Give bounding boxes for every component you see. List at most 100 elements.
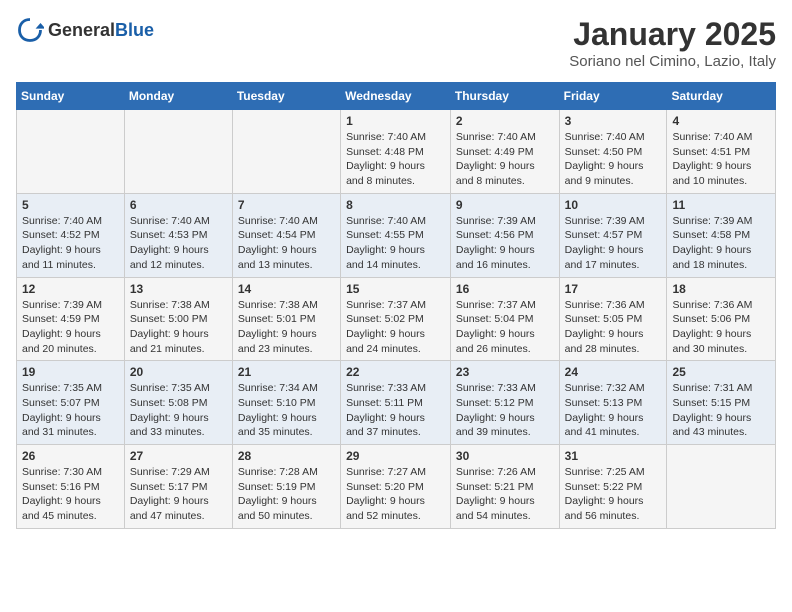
day-number: 29 [346,449,445,463]
day-number: 12 [22,282,119,296]
table-row: 10 Sunrise: 7:39 AM Sunset: 4:57 PM Dayli… [559,193,667,277]
day-info: Sunrise: 7:25 AM Sunset: 5:22 PM Dayligh… [565,465,662,524]
header-row: SundayMondayTuesdayWednesdayThursdayFrid… [17,83,776,110]
calendar-header: SundayMondayTuesdayWednesdayThursdayFrid… [17,83,776,110]
table-row: 8 Sunrise: 7:40 AM Sunset: 4:55 PM Daylig… [341,193,451,277]
day-info: Sunrise: 7:28 AM Sunset: 5:19 PM Dayligh… [238,465,335,524]
day-info: Sunrise: 7:29 AM Sunset: 5:17 PM Dayligh… [130,465,227,524]
table-row [232,110,340,194]
table-row [124,110,232,194]
day-info: Sunrise: 7:35 AM Sunset: 5:07 PM Dayligh… [22,381,119,440]
table-row: 12 Sunrise: 7:39 AM Sunset: 4:59 PM Dayli… [17,277,125,361]
table-row: 4 Sunrise: 7:40 AM Sunset: 4:51 PM Daylig… [667,110,776,194]
day-number: 10 [565,198,662,212]
logo: GeneralBlue [16,16,154,44]
day-info: Sunrise: 7:39 AM Sunset: 4:57 PM Dayligh… [565,214,662,273]
table-row [17,110,125,194]
day-number: 2 [456,114,554,128]
header-sunday: Sunday [17,83,125,110]
day-info: Sunrise: 7:40 AM Sunset: 4:53 PM Dayligh… [130,214,227,273]
table-row: 17Sunrise: 7:36 AM Sunset: 5:05 PM Dayli… [559,277,667,361]
table-row: 15 Sunrise: 7:37 AM Sunset: 5:02 PM Dayli… [341,277,451,361]
day-info: Sunrise: 7:27 AM Sunset: 5:20 PM Dayligh… [346,465,445,524]
table-row [667,445,776,529]
day-number: 14 [238,282,335,296]
table-row: 14 Sunrise: 7:38 AM Sunset: 5:01 PM Dayli… [232,277,340,361]
day-number: 11 [672,198,770,212]
page-header: GeneralBlue January 2025 Soriano nel Cim… [16,16,776,70]
day-number: 8 [346,198,445,212]
table-row: 1Sunrise: 7:40 AM Sunset: 4:48 PM Daylig… [341,110,451,194]
day-info: Sunrise: 7:30 AM Sunset: 5:16 PM Dayligh… [22,465,119,524]
day-info: Sunrise: 7:26 AM Sunset: 5:21 PM Dayligh… [456,465,554,524]
calendar-subtitle: Soriano nel Cimino, Lazio, Italy [569,53,776,70]
day-number: 19 [22,365,119,379]
calendar-week-row: 26 Sunrise: 7:30 AM Sunset: 5:16 PM Dayli… [17,445,776,529]
day-info: Sunrise: 7:39 AM Sunset: 4:58 PM Dayligh… [672,214,770,273]
day-info: Sunrise: 7:40 AM Sunset: 4:51 PM Dayligh… [672,130,770,189]
header-saturday: Saturday [667,83,776,110]
day-number: 4 [672,114,770,128]
table-row: 23Sunrise: 7:33 AM Sunset: 5:12 PM Dayli… [450,361,559,445]
day-number: 15 [346,282,445,296]
table-row: 20 Sunrise: 7:35 AM Sunset: 5:08 PM Dayli… [124,361,232,445]
header-monday: Monday [124,83,232,110]
table-row: 6 Sunrise: 7:40 AM Sunset: 4:53 PM Daylig… [124,193,232,277]
calendar-title: January 2025 [569,16,776,53]
day-info: Sunrise: 7:37 AM Sunset: 5:04 PM Dayligh… [456,298,554,357]
table-row: 28Sunrise: 7:28 AM Sunset: 5:19 PM Dayli… [232,445,340,529]
day-info: Sunrise: 7:38 AM Sunset: 5:01 PM Dayligh… [238,298,335,357]
day-number: 30 [456,449,554,463]
day-info: Sunrise: 7:32 AM Sunset: 5:13 PM Dayligh… [565,381,662,440]
day-info: Sunrise: 7:39 AM Sunset: 4:59 PM Dayligh… [22,298,119,357]
day-number: 18 [672,282,770,296]
day-info: Sunrise: 7:37 AM Sunset: 5:02 PM Dayligh… [346,298,445,357]
title-block: January 2025 Soriano nel Cimino, Lazio, … [569,16,776,70]
day-number: 9 [456,198,554,212]
day-number: 25 [672,365,770,379]
day-number: 6 [130,198,227,212]
table-row: 29 Sunrise: 7:27 AM Sunset: 5:20 PM Dayli… [341,445,451,529]
calendar-body: 1Sunrise: 7:40 AM Sunset: 4:48 PM Daylig… [17,110,776,529]
table-row: 18 Sunrise: 7:36 AM Sunset: 5:06 PM Dayli… [667,277,776,361]
day-number: 13 [130,282,227,296]
day-info: Sunrise: 7:36 AM Sunset: 5:06 PM Dayligh… [672,298,770,357]
calendar-week-row: 1Sunrise: 7:40 AM Sunset: 4:48 PM Daylig… [17,110,776,194]
day-info: Sunrise: 7:33 AM Sunset: 5:12 PM Dayligh… [456,381,554,440]
day-number: 3 [565,114,662,128]
day-number: 17 [565,282,662,296]
table-row: 27 Sunrise: 7:29 AM Sunset: 5:17 PM Dayli… [124,445,232,529]
day-info: Sunrise: 7:39 AM Sunset: 4:56 PM Dayligh… [456,214,554,273]
table-row: 5 Sunrise: 7:40 AM Sunset: 4:52 PM Daylig… [17,193,125,277]
header-tuesday: Tuesday [232,83,340,110]
table-row: 24 Sunrise: 7:32 AM Sunset: 5:13 PM Dayli… [559,361,667,445]
logo-blue: Blue [115,20,154,40]
table-row: 3 Sunrise: 7:40 AM Sunset: 4:50 PM Daylig… [559,110,667,194]
day-info: Sunrise: 7:40 AM Sunset: 4:55 PM Dayligh… [346,214,445,273]
header-thursday: Thursday [450,83,559,110]
day-number: 27 [130,449,227,463]
logo-icon [16,16,44,44]
calendar-week-row: 19 Sunrise: 7:35 AM Sunset: 5:07 PM Dayli… [17,361,776,445]
day-number: 5 [22,198,119,212]
table-row: 26 Sunrise: 7:30 AM Sunset: 5:16 PM Dayli… [17,445,125,529]
day-number: 31 [565,449,662,463]
header-friday: Friday [559,83,667,110]
day-number: 20 [130,365,227,379]
table-row: 16Sunrise: 7:37 AM Sunset: 5:04 PM Dayli… [450,277,559,361]
table-row: 21Sunrise: 7:34 AM Sunset: 5:10 PM Dayli… [232,361,340,445]
day-number: 22 [346,365,445,379]
day-number: 21 [238,365,335,379]
day-number: 26 [22,449,119,463]
day-number: 7 [238,198,335,212]
day-number: 24 [565,365,662,379]
table-row: 11 Sunrise: 7:39 AM Sunset: 4:58 PM Dayli… [667,193,776,277]
table-row: 2Sunrise: 7:40 AM Sunset: 4:49 PM Daylig… [450,110,559,194]
day-info: Sunrise: 7:40 AM Sunset: 4:50 PM Dayligh… [565,130,662,189]
header-wednesday: Wednesday [341,83,451,110]
day-info: Sunrise: 7:35 AM Sunset: 5:08 PM Dayligh… [130,381,227,440]
day-info: Sunrise: 7:40 AM Sunset: 4:48 PM Dayligh… [346,130,445,189]
table-row: 7Sunrise: 7:40 AM Sunset: 4:54 PM Daylig… [232,193,340,277]
day-info: Sunrise: 7:33 AM Sunset: 5:11 PM Dayligh… [346,381,445,440]
day-info: Sunrise: 7:40 AM Sunset: 4:52 PM Dayligh… [22,214,119,273]
